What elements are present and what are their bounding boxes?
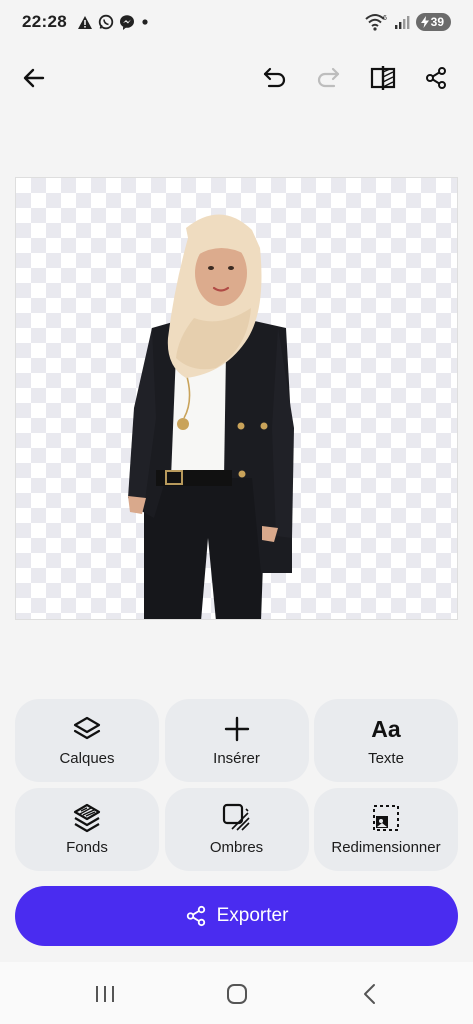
status-right: 6 39 xyxy=(364,13,451,31)
shadow-icon xyxy=(222,803,252,833)
wifi-icon: 6 xyxy=(364,14,387,31)
home-icon xyxy=(227,984,247,1004)
chevron-left-icon xyxy=(364,984,375,1004)
text-icon: Aa xyxy=(371,714,400,744)
recent-apps-button[interactable] xyxy=(81,974,129,1014)
tool-inserer-label: Insérer xyxy=(213,750,260,767)
tool-fonds-label: Fonds xyxy=(66,839,108,856)
export-label: Exporter xyxy=(216,905,289,926)
tool-texte[interactable]: Aa Texte xyxy=(314,699,458,782)
layers-icon xyxy=(72,714,102,744)
arrow-left-icon xyxy=(23,68,45,88)
battery-indicator: 39 xyxy=(415,13,451,31)
tool-redimensionner-label: Redimensionner xyxy=(331,839,441,856)
back-button[interactable] xyxy=(14,56,54,100)
subject-photo xyxy=(128,214,294,619)
plus-icon xyxy=(224,714,250,744)
battery-level: 39 xyxy=(430,15,444,29)
tool-inserer[interactable]: Insérer xyxy=(164,699,309,782)
status-time: 22:28 xyxy=(22,12,67,31)
tool-texte-label: Texte xyxy=(368,750,404,767)
system-nav-bar xyxy=(0,962,473,1024)
undo-icon xyxy=(263,67,286,88)
wifi-badge: 6 xyxy=(383,15,387,22)
export-button[interactable]: Exporter xyxy=(15,886,458,946)
text-icon-glyph: Aa xyxy=(371,715,401,742)
home-button[interactable] xyxy=(213,974,261,1014)
app-screen: 22:28 6 39 Calques Insérer Aa Texte Fond… xyxy=(0,0,473,1024)
image-canvas[interactable] xyxy=(15,177,458,620)
editor-toolbar xyxy=(0,56,473,100)
signal-icon xyxy=(394,16,410,29)
recent-apps-icon xyxy=(96,986,114,1002)
tool-grid: Calques Insérer Aa Texte Fonds Ombres Re… xyxy=(15,699,458,871)
system-back-button[interactable] xyxy=(346,974,394,1014)
tool-redimensionner[interactable]: Redimensionner xyxy=(314,788,458,871)
share-icon xyxy=(426,67,446,89)
charging-icon xyxy=(420,16,429,28)
redo-button[interactable] xyxy=(308,56,348,100)
compare-button[interactable] xyxy=(363,56,403,100)
messenger-icon xyxy=(119,15,134,30)
share-button[interactable] xyxy=(416,56,456,100)
status-bar: 22:28 6 39 xyxy=(0,0,473,44)
resize-icon xyxy=(372,803,400,833)
share-icon xyxy=(186,905,205,927)
warning-icon xyxy=(77,15,92,29)
compare-icon xyxy=(370,66,396,90)
redo-icon xyxy=(317,67,340,88)
backgrounds-icon xyxy=(72,803,102,833)
undo-button[interactable] xyxy=(255,56,295,100)
more-notifications-dot xyxy=(142,19,148,25)
notification-icons xyxy=(77,14,150,30)
tool-fonds[interactable]: Fonds xyxy=(15,788,159,871)
tool-calques-label: Calques xyxy=(59,750,115,767)
tool-ombres[interactable]: Ombres xyxy=(164,788,309,871)
tool-calques[interactable]: Calques xyxy=(15,699,159,782)
whatsapp-icon xyxy=(98,14,114,30)
tool-ombres-label: Ombres xyxy=(209,839,264,856)
